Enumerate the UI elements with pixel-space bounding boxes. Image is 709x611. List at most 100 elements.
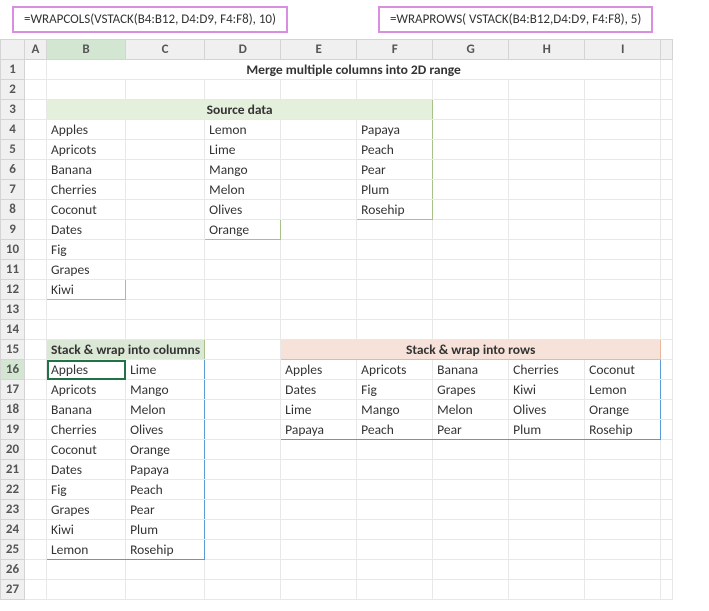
- cell[interactable]: Plum: [509, 420, 585, 440]
- row-header[interactable]: 7: [1, 180, 25, 200]
- cell[interactable]: Lime: [205, 140, 281, 160]
- cell[interactable]: Orange: [585, 400, 661, 420]
- cell[interactable]: Rosehip: [357, 200, 433, 220]
- col-header[interactable]: H: [509, 40, 585, 60]
- cell[interactable]: Rosehip: [126, 540, 205, 560]
- cell[interactable]: Peach: [126, 480, 205, 500]
- row-header[interactable]: 17: [1, 380, 25, 400]
- col-header[interactable]: D: [205, 40, 281, 60]
- cell[interactable]: Peach: [357, 420, 433, 440]
- cell[interactable]: Pear: [433, 420, 509, 440]
- col-header[interactable]: I: [585, 40, 661, 60]
- cell[interactable]: Fig: [47, 240, 126, 260]
- cell[interactable]: Grapes: [47, 260, 126, 280]
- cell[interactable]: Banana: [47, 400, 126, 420]
- row-header[interactable]: 1: [1, 60, 25, 80]
- col-header[interactable]: G: [433, 40, 509, 60]
- cell[interactable]: Kiwi: [47, 520, 126, 540]
- cell[interactable]: Rosehip: [585, 420, 661, 440]
- cell[interactable]: Lemon: [205, 120, 281, 140]
- cell[interactable]: Melon: [205, 180, 281, 200]
- row-header[interactable]: 21: [1, 460, 25, 480]
- cell[interactable]: Coconut: [585, 360, 661, 380]
- row-header[interactable]: 3: [1, 100, 25, 120]
- cell[interactable]: Plum: [126, 520, 205, 540]
- cell[interactable]: Plum: [357, 180, 433, 200]
- cell[interactable]: Pear: [357, 160, 433, 180]
- cell[interactable]: Banana: [433, 360, 509, 380]
- active-cell[interactable]: Apples: [47, 360, 126, 380]
- row-header[interactable]: 26: [1, 560, 25, 580]
- cell[interactable]: Apples: [281, 360, 357, 380]
- cell[interactable]: Grapes: [47, 500, 126, 520]
- formula-right[interactable]: =WRAPROWS( VSTACK(B4:B12,D4:D9, F4:F8), …: [378, 6, 653, 33]
- cell[interactable]: Lime: [126, 360, 205, 380]
- cell[interactable]: Kiwi: [509, 380, 585, 400]
- row-header[interactable]: 4: [1, 120, 25, 140]
- cell[interactable]: Orange: [205, 220, 281, 240]
- cell[interactable]: Dates: [281, 380, 357, 400]
- cell[interactable]: Olives: [509, 400, 585, 420]
- row-header[interactable]: 12: [1, 280, 25, 300]
- cell[interactable]: Lemon: [47, 540, 126, 560]
- row-header[interactable]: 5: [1, 140, 25, 160]
- cell[interactable]: Apples: [47, 120, 126, 140]
- col-header[interactable]: C: [126, 40, 205, 60]
- cell[interactable]: Banana: [47, 160, 126, 180]
- cell[interactable]: Papaya: [126, 460, 205, 480]
- cell[interactable]: Melon: [126, 400, 205, 420]
- cell[interactable]: Kiwi: [47, 280, 126, 300]
- spreadsheet-grid[interactable]: A B C D E F G H I 1 Merge multiple colum…: [0, 39, 673, 600]
- row-header[interactable]: 23: [1, 500, 25, 520]
- col-header[interactable]: E: [281, 40, 357, 60]
- row-header[interactable]: 24: [1, 520, 25, 540]
- row-header[interactable]: 22: [1, 480, 25, 500]
- cell[interactable]: Cherries: [47, 180, 126, 200]
- cell[interactable]: Coconut: [47, 440, 126, 460]
- row-header[interactable]: 8: [1, 200, 25, 220]
- row-header[interactable]: 14: [1, 320, 25, 340]
- row-header[interactable]: 25: [1, 540, 25, 560]
- cell[interactable]: Peach: [357, 140, 433, 160]
- formula-left[interactable]: =WRAPCOLS(VSTACK(B4:B12, D4:D9, F4:F8), …: [12, 6, 288, 33]
- cell[interactable]: Apricots: [47, 140, 126, 160]
- cell[interactable]: Olives: [126, 420, 205, 440]
- row-header[interactable]: 19: [1, 420, 25, 440]
- cell[interactable]: Dates: [47, 460, 126, 480]
- cell[interactable]: Cherries: [47, 420, 126, 440]
- row-header[interactable]: 2: [1, 80, 25, 100]
- row-header[interactable]: 20: [1, 440, 25, 460]
- cell[interactable]: Fig: [357, 380, 433, 400]
- row-header[interactable]: 16: [1, 360, 25, 380]
- select-all-corner[interactable]: [1, 40, 25, 60]
- cell[interactable]: Mango: [126, 380, 205, 400]
- col-header[interactable]: F: [357, 40, 433, 60]
- cell[interactable]: Lime: [281, 400, 357, 420]
- row-header[interactable]: 9: [1, 220, 25, 240]
- row-header[interactable]: 15: [1, 340, 25, 360]
- cell[interactable]: Pear: [126, 500, 205, 520]
- cell[interactable]: Cherries: [509, 360, 585, 380]
- col-header[interactable]: [661, 40, 673, 60]
- row-header[interactable]: 27: [1, 580, 25, 600]
- cell[interactable]: Lemon: [585, 380, 661, 400]
- cell[interactable]: Coconut: [47, 200, 126, 220]
- cell[interactable]: Orange: [126, 440, 205, 460]
- cell[interactable]: Fig: [47, 480, 126, 500]
- row-header[interactable]: 6: [1, 160, 25, 180]
- cell[interactable]: Dates: [47, 220, 126, 240]
- cell[interactable]: Mango: [205, 160, 281, 180]
- cell[interactable]: Olives: [205, 200, 281, 220]
- row-header[interactable]: 11: [1, 260, 25, 280]
- col-header[interactable]: B: [47, 40, 126, 60]
- cell[interactable]: Apricots: [357, 360, 433, 380]
- cell[interactable]: Melon: [433, 400, 509, 420]
- cell[interactable]: Apricots: [47, 380, 126, 400]
- row-header[interactable]: 13: [1, 300, 25, 320]
- cell[interactable]: Papaya: [281, 420, 357, 440]
- cell[interactable]: Papaya: [357, 120, 433, 140]
- cell[interactable]: Mango: [357, 400, 433, 420]
- row-header[interactable]: 10: [1, 240, 25, 260]
- cell[interactable]: Grapes: [433, 380, 509, 400]
- col-header[interactable]: A: [25, 40, 47, 60]
